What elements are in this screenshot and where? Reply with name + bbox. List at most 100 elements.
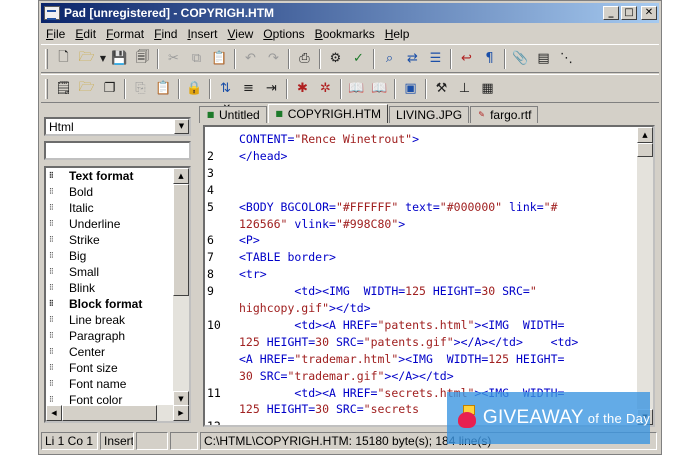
replace-icon[interactable]: ⇄ xyxy=(401,48,424,70)
clipboard-view-icon[interactable]: ▤ xyxy=(532,48,555,70)
bookmark-next-icon[interactable]: 📖 xyxy=(368,78,391,100)
tag-list-item[interactable]: ⁝⁝ Line break xyxy=(46,312,174,328)
print-icon[interactable]: ⎙ xyxy=(293,48,316,70)
tag-list-item[interactable]: ⁝⁝ Italic xyxy=(46,200,174,216)
maximize-button[interactable]: □ xyxy=(621,6,637,20)
tools-icon[interactable]: ⚒ xyxy=(430,78,453,100)
editor-scrollbar[interactable]: ▲ ▼ xyxy=(637,127,653,425)
tag-list-item[interactable]: ⁝⁝ Small xyxy=(46,264,174,280)
bookmark-prev-icon[interactable]: 📖 xyxy=(345,78,368,100)
duplicate-icon[interactable]: ❐ xyxy=(98,78,121,100)
chevron-down-icon[interactable]: ▼ xyxy=(174,119,189,134)
tag-list-hscrollbar[interactable]: ◀ ▶ xyxy=(46,405,189,421)
menu-find[interactable]: Find xyxy=(149,27,182,41)
spell-check-icon[interactable]: ✓ xyxy=(347,48,370,70)
menu-bookmarks[interactable]: Bookmarks xyxy=(310,27,380,41)
code-text: 125 HEIGHT=30 SRC="secrets xyxy=(239,402,420,417)
tag-list-item[interactable]: ⁝⁝ Center xyxy=(46,344,174,360)
minimize-button[interactable]: _ xyxy=(603,6,619,20)
toolbar-grip[interactable] xyxy=(45,78,48,99)
tag-list-scrollbar[interactable]: ▲ ▼ xyxy=(173,168,189,407)
undo-icon[interactable]: ↶ xyxy=(239,48,262,70)
redo-icon[interactable]: ↷ xyxy=(262,48,285,70)
macro-play-icon[interactable]: ✲ xyxy=(314,78,337,100)
scroll-thumb[interactable] xyxy=(173,184,189,296)
paste-icon[interactable]: 📋 xyxy=(208,48,231,70)
toolbar-separator xyxy=(209,78,211,99)
indent-icon[interactable]: ⇥ xyxy=(260,78,283,100)
sort-az-icon[interactable]: ⇅ xyxy=(214,78,237,100)
menu-file[interactable]: File xyxy=(41,27,70,41)
line-number xyxy=(205,368,239,385)
cut-icon[interactable]: ✂ xyxy=(162,48,185,70)
menu-options[interactable]: Options xyxy=(258,27,309,41)
tag-list-item[interactable]: ⁝⁝ Underline xyxy=(46,216,174,232)
tag-list-item[interactable]: ⁝⁝ Font name xyxy=(46,376,174,392)
app-icon[interactable] xyxy=(44,6,60,20)
scroll-thumb[interactable] xyxy=(637,143,653,157)
tab-untitled[interactable]: ■ Untitled xyxy=(199,106,267,123)
menu-edit[interactable]: Edit xyxy=(70,27,101,41)
title-bar[interactable]: Pad [unregistered] - COPYRIGH.HTM _ □ ✕ xyxy=(41,3,659,23)
word-wrap-icon[interactable]: ↩ xyxy=(455,48,478,70)
tab-copyrigh-htm[interactable]: ■ COPYRIGH.HTM xyxy=(267,104,389,123)
language-select[interactable]: Html ▼ xyxy=(44,117,191,136)
window-icon[interactable]: ▣ xyxy=(399,78,422,100)
goto-line-icon[interactable]: ☰ xyxy=(424,48,447,70)
save-all-icon[interactable]: 🗐 xyxy=(131,48,154,70)
tag-list-item[interactable]: ⁝⁝ Blink xyxy=(46,280,174,296)
tag-list-item[interactable]: ⁝⁝ Big xyxy=(46,248,174,264)
tag-list-item[interactable]: ⁝⁝ Strike xyxy=(46,232,174,248)
macro-record-icon[interactable]: ✱ xyxy=(291,78,314,100)
tag-list-item[interactable]: ⁝⁝ Font size xyxy=(46,360,174,376)
line-number: 7 xyxy=(207,250,214,265)
align-text-icon[interactable]: ≡ xyxy=(237,78,260,100)
open-in-browser-icon[interactable]: 🗁 xyxy=(75,78,98,100)
clip-icon[interactable]: 📎 xyxy=(509,48,532,70)
tab-living-jpg[interactable]: LIVING.JPG xyxy=(389,106,470,123)
menu-help[interactable]: Help xyxy=(380,27,415,41)
toolbar-grip[interactable] xyxy=(45,48,48,69)
code-line: 6 <P> xyxy=(205,232,637,249)
open-folder-icon[interactable]: 🗁 xyxy=(75,48,98,70)
scroll-up-icon[interactable]: ▲ xyxy=(637,127,653,143)
watermark-text: GIVEAWAY of the Day xyxy=(482,407,650,428)
scroll-up-icon[interactable]: ▲ xyxy=(173,168,189,184)
toolbar-separator xyxy=(124,78,126,99)
close-button[interactable]: ✕ xyxy=(641,6,657,20)
toolbar-separator xyxy=(450,48,452,69)
lock-icon[interactable]: 🔒 xyxy=(183,78,206,100)
menu-view[interactable]: View xyxy=(222,27,258,41)
line-number xyxy=(205,401,239,418)
tag-label: Block format xyxy=(69,297,143,311)
tag-list-item[interactable]: ⁝⁝ Bold xyxy=(46,184,174,200)
tag-icon: ⁝⁝ xyxy=(49,315,54,325)
scroll-left-icon[interactable]: ◀ xyxy=(46,405,62,421)
copy-icon[interactable]: ⧉ xyxy=(185,48,208,70)
menu-format[interactable]: Format xyxy=(101,27,149,41)
tag-list-item[interactable]: ⁝⁝ Block format xyxy=(46,296,174,312)
tag-list-item[interactable]: ⁝⁝ Paragraph xyxy=(46,328,174,344)
clipboard-icon[interactable]: 📋 xyxy=(152,78,175,100)
tag-filter-input[interactable] xyxy=(44,141,191,160)
ruler-icon[interactable]: ⊥ xyxy=(453,78,476,100)
tag-list-item[interactable]: ⁝⁝ Text format xyxy=(46,168,174,184)
open-dropdown-icon[interactable]: ▼ xyxy=(98,48,108,70)
paragraph-marks-icon[interactable]: ¶ xyxy=(478,48,501,70)
scroll-right-icon[interactable]: ▶ xyxy=(173,405,189,421)
code-text: 30 SRC="trademar.gif"></A></td> xyxy=(239,368,454,383)
save-icon[interactable]: 💾 xyxy=(108,48,131,70)
page-setup-icon[interactable]: ▦ xyxy=(476,78,499,100)
tag-label: Underline xyxy=(69,217,121,231)
find-icon[interactable]: ⌕ xyxy=(378,48,401,70)
tab-fargo-rtf[interactable]: ✎ fargo.rtf xyxy=(470,106,539,123)
code-editor[interactable]: CONTENT="Rence Winetrout"> 2 </head> 3 4 5 <BO… xyxy=(203,125,655,427)
properties-icon[interactable]: ⚙ xyxy=(324,48,347,70)
doc-props-icon[interactable]: 🗒 xyxy=(52,78,75,100)
new-file-icon[interactable]: 🗋 xyxy=(52,48,75,70)
insert-file-icon[interactable]: ⎘ xyxy=(129,78,152,100)
hscroll-thumb[interactable] xyxy=(62,405,157,421)
menu-insert[interactable]: Insert xyxy=(182,27,222,41)
tree-view-icon[interactable]: ⋱ xyxy=(555,48,578,70)
toolbar-separator xyxy=(234,48,236,69)
